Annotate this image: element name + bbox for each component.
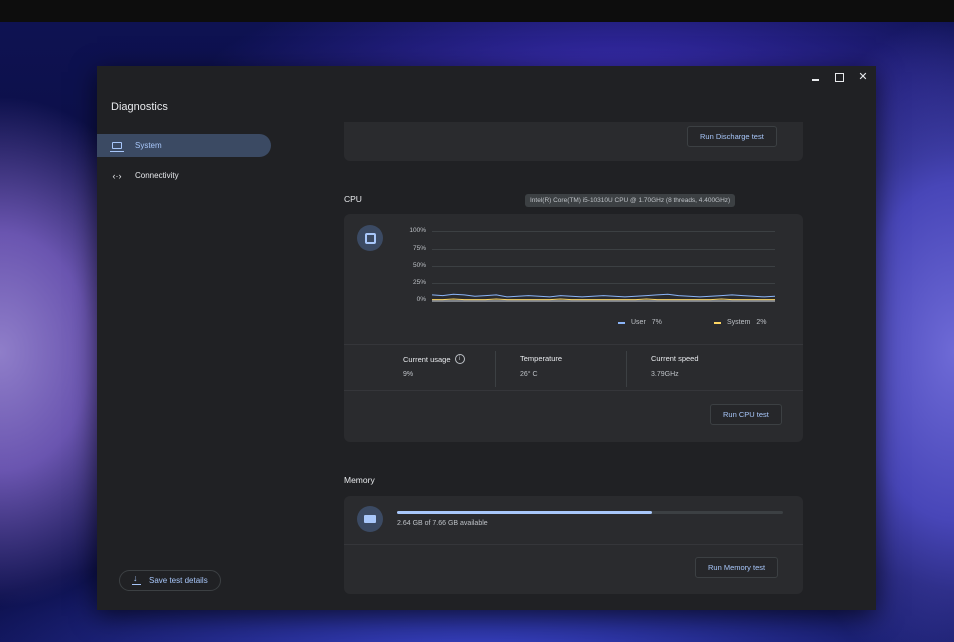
current-speed-label: Current speed bbox=[651, 354, 699, 363]
divider bbox=[344, 544, 803, 545]
legend-value: 7% bbox=[651, 319, 662, 326]
close-icon[interactable]: ✕ bbox=[856, 70, 870, 84]
diagnostics-window: ✕ Diagnostics System ‹·› Connectivity Sa… bbox=[97, 66, 876, 610]
stat-label-text: Current usage bbox=[403, 354, 451, 364]
legend-user: User 7% bbox=[618, 319, 662, 326]
download-icon bbox=[132, 573, 141, 585]
app-title: Diagnostics bbox=[111, 101, 168, 113]
current-speed-value: 3.79GHz bbox=[651, 371, 679, 378]
cpu-section-title: CPU bbox=[344, 194, 362, 204]
sidebar-item-label: Connectivity bbox=[135, 171, 179, 180]
memory-usage-fill bbox=[397, 511, 652, 514]
current-usage-label: Current usage i bbox=[403, 354, 465, 364]
cpu-icon bbox=[357, 225, 383, 251]
save-button-label: Save test details bbox=[149, 576, 208, 585]
legend-label: User bbox=[631, 319, 646, 326]
legend-value: 2% bbox=[756, 319, 767, 326]
top-bar bbox=[0, 0, 954, 22]
divider bbox=[626, 351, 627, 387]
memory-icon bbox=[357, 506, 383, 532]
divider bbox=[344, 344, 803, 345]
divider bbox=[344, 390, 803, 391]
temperature-value: 26° C bbox=[520, 371, 538, 378]
cpu-model-badge: Intel(R) Core(TM) i5-10310U CPU @ 1.70GH… bbox=[525, 194, 736, 207]
maximize-icon[interactable] bbox=[832, 70, 846, 84]
minimize-icon[interactable] bbox=[808, 70, 822, 84]
sidebar-item-label: System bbox=[135, 141, 162, 150]
sidebar-item-connectivity[interactable]: ‹·› Connectivity bbox=[97, 164, 271, 187]
divider bbox=[495, 351, 496, 387]
y-tick-label: 0% bbox=[416, 296, 426, 303]
cpu-card: 100% 75% 50% 25% 0% User 7% System 2% Cu… bbox=[344, 214, 803, 442]
battery-card: Run Discharge test bbox=[344, 122, 803, 161]
legend-system: System 2% bbox=[714, 319, 766, 326]
series-line-system bbox=[432, 298, 775, 301]
memory-section-title: Memory bbox=[344, 475, 375, 485]
sidebar-item-system[interactable]: System bbox=[97, 134, 271, 157]
legend-label: System bbox=[727, 319, 751, 326]
legend-swatch bbox=[714, 321, 721, 324]
cpu-chart-plot bbox=[432, 293, 776, 302]
run-cpu-test-button[interactable]: Run CPU test bbox=[710, 404, 782, 425]
y-tick-label: 100% bbox=[409, 227, 426, 234]
y-tick-label: 25% bbox=[412, 279, 426, 286]
memory-usage-bar bbox=[397, 511, 783, 514]
y-tick-label: 75% bbox=[412, 245, 426, 252]
y-tick-label: 50% bbox=[412, 262, 426, 269]
memory-usage-text: 2.64 GB of 7.66 GB available bbox=[397, 520, 488, 527]
save-test-details-button[interactable]: Save test details bbox=[119, 570, 221, 591]
temperature-label: Temperature bbox=[520, 354, 563, 363]
current-usage-value: 9% bbox=[403, 371, 414, 378]
legend-swatch bbox=[618, 321, 625, 324]
memory-card: 2.64 GB of 7.66 GB available Run Memory … bbox=[344, 496, 803, 594]
run-discharge-test-button[interactable]: Run Discharge test bbox=[687, 126, 777, 147]
laptop-icon bbox=[110, 141, 124, 152]
series-line-user bbox=[432, 293, 776, 298]
window-controls: ✕ bbox=[808, 70, 870, 84]
info-icon[interactable]: i bbox=[454, 354, 465, 364]
run-memory-test-button[interactable]: Run Memory test bbox=[695, 557, 779, 578]
connectivity-icon: ‹·› bbox=[112, 170, 122, 181]
